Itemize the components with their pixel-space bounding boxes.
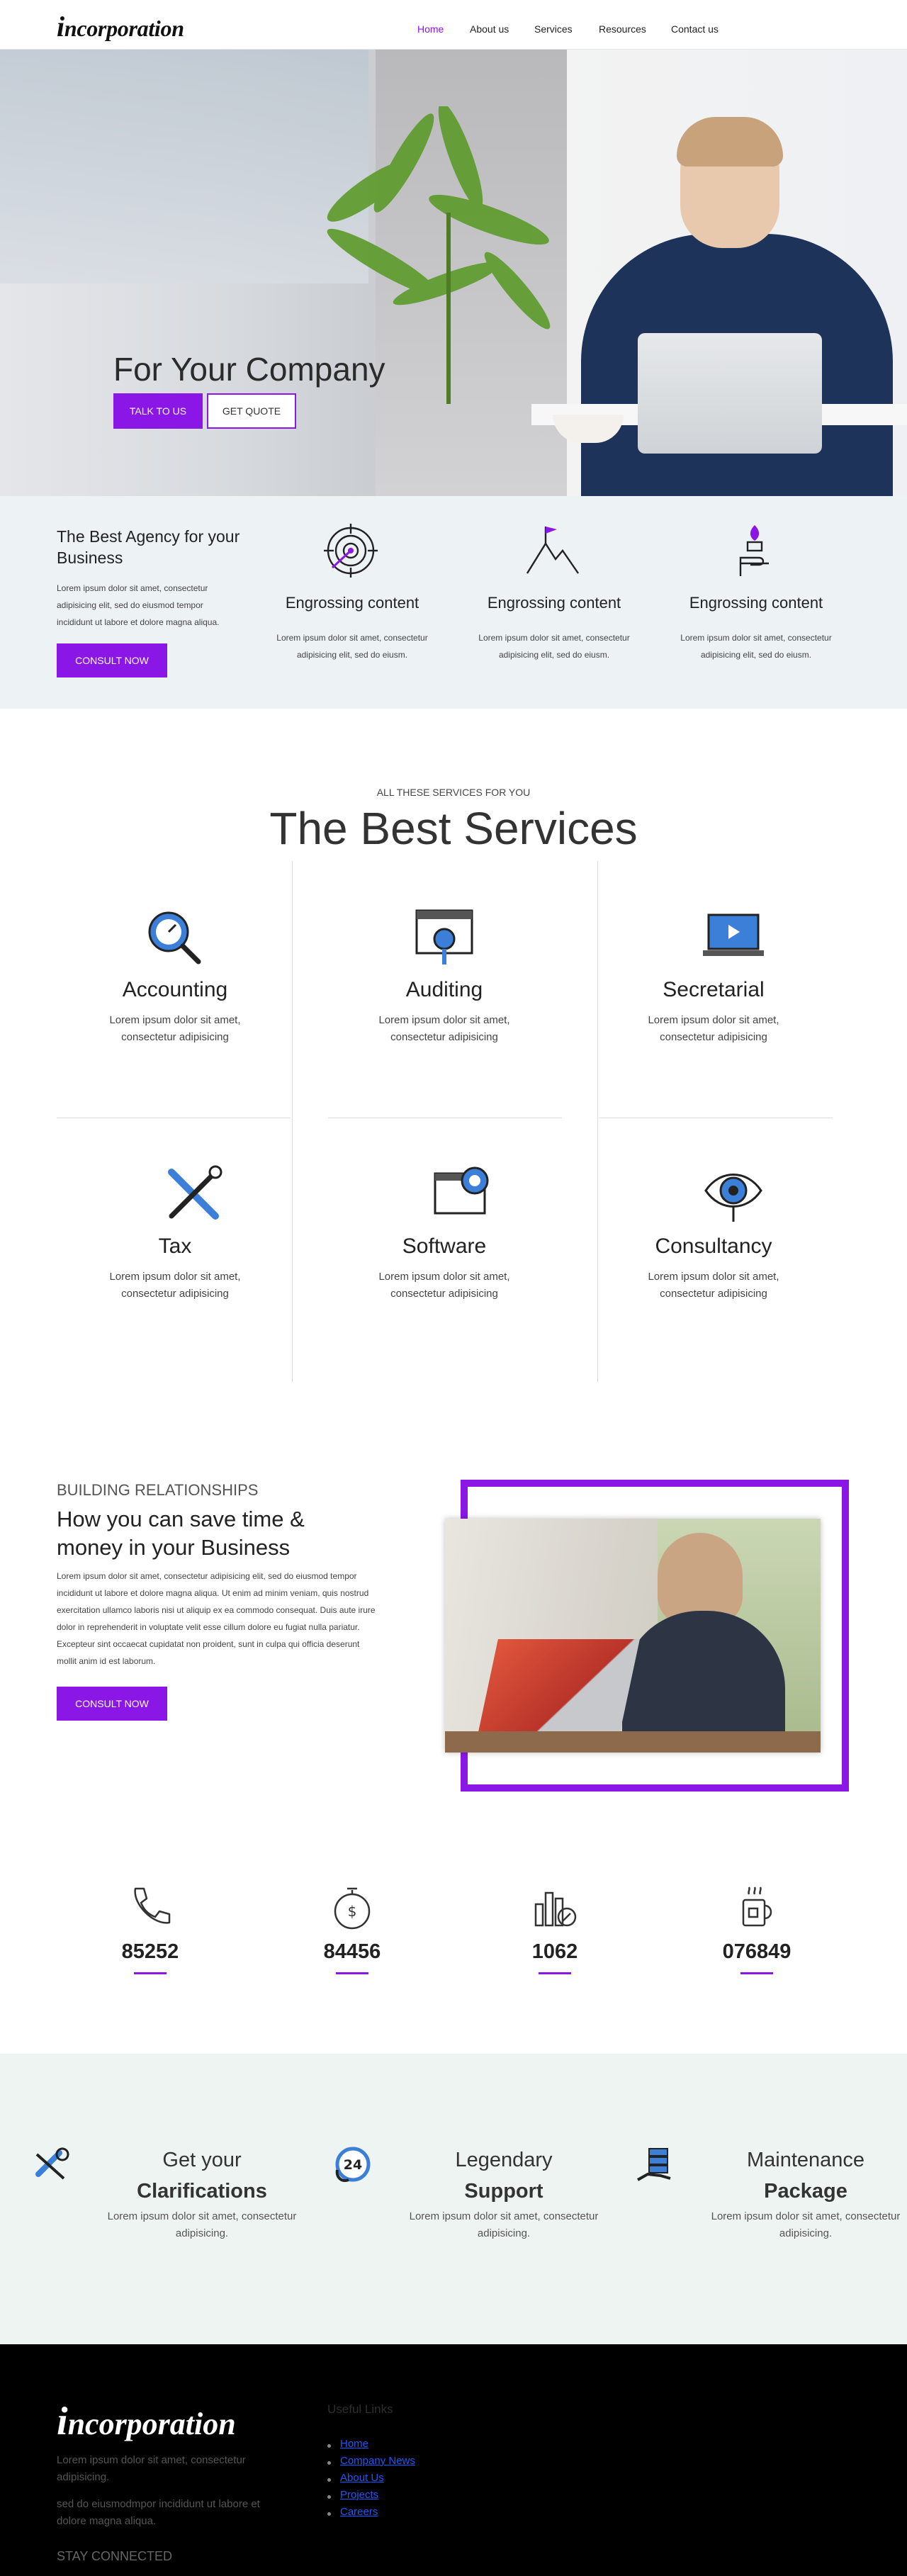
nav-home[interactable]: Home xyxy=(417,23,444,35)
server-hand-icon xyxy=(637,2148,671,2181)
package-title: Get your Clarifications xyxy=(99,2144,305,2207)
footer-link-projects[interactable]: Projects xyxy=(340,2489,378,2501)
package-title-line1: Legendary xyxy=(455,2149,553,2171)
logo-text: ncorporation xyxy=(64,16,184,41)
browser-search-icon xyxy=(415,909,473,964)
list-bullet xyxy=(327,2461,331,2465)
magnifier-gauge-icon xyxy=(148,911,201,964)
nav-about-us[interactable]: About us xyxy=(470,23,509,35)
service-title: Software xyxy=(402,1234,487,1258)
package-text: Lorem ipsum dolor sit amet, consectetur … xyxy=(711,2210,901,2239)
package-title-line1: Maintenance xyxy=(746,2149,865,2171)
nav-services[interactable]: Services xyxy=(534,23,573,35)
stat-value: 84456 xyxy=(323,1940,381,1963)
feature-title: Engrossing content xyxy=(487,594,621,612)
hero-title: For Your Company xyxy=(113,351,385,388)
service-text: Lorem ipsum dolor sit amet, consectetur … xyxy=(378,1271,510,1300)
footer-link-careers[interactable]: Careers xyxy=(340,2506,378,2518)
package-text: Lorem ipsum dolor sit amet, consectetur … xyxy=(409,2210,599,2239)
footer-link-company-news[interactable]: Company News xyxy=(340,2455,415,2467)
consult-now-button[interactable]: CONSULT NOW xyxy=(57,1687,167,1721)
feature-text: Lorem ipsum dolor sit amet, consectetur … xyxy=(680,633,832,660)
footer-link-about-us[interactable]: About Us xyxy=(340,2472,384,2484)
eye-icon xyxy=(704,1174,762,1222)
feature-text: Lorem ipsum dolor sit amet, consectetur … xyxy=(276,633,428,660)
support-24-icon: 24 xyxy=(335,2147,371,2182)
list-bullet xyxy=(327,2444,331,2448)
service-text: Lorem ipsum dolor sit amet, consectetur … xyxy=(109,1271,241,1300)
mountain-flag-icon xyxy=(526,527,579,574)
talk-to-us-button[interactable]: TALK TO US xyxy=(113,393,203,429)
package-title-line2: Support xyxy=(464,2180,543,2203)
footer-logo[interactable]: incorporation xyxy=(57,2399,236,2444)
service-text: Lorem ipsum dolor sit amet, consectetur … xyxy=(648,1271,779,1300)
footer-link-home[interactable]: Home xyxy=(340,2438,368,2450)
list-bullet xyxy=(327,2495,331,2499)
feature-title: Engrossing content xyxy=(285,594,419,612)
agency-text: Lorem ipsum dolor sit amet, consectetur … xyxy=(57,583,220,627)
phone-icon xyxy=(134,1887,171,1924)
relationships-title: How you can save time & money in your Bu… xyxy=(57,1507,305,1560)
get-quote-button[interactable]: GET QUOTE xyxy=(207,393,296,429)
footer-logo-text: ncorporation xyxy=(67,2407,236,2441)
service-title: Secretarial xyxy=(663,978,765,1001)
stat-value: 85252 xyxy=(121,1940,179,1963)
service-title: Auditing xyxy=(405,978,483,1001)
package-title-line2: Package xyxy=(764,2180,847,2203)
laptop-play-icon xyxy=(703,913,764,956)
bar-chart-icon xyxy=(534,1891,577,1927)
services-kicker: ALL THESE SERVICES FOR YOU xyxy=(376,787,531,798)
nav-resources[interactable]: Resources xyxy=(599,23,646,35)
services-heading: The Best Services xyxy=(269,803,638,854)
stat-underline xyxy=(134,1972,167,1974)
site-header: incorporation Home About us Services Res… xyxy=(0,0,907,50)
torch-hand-icon xyxy=(739,525,769,576)
service-text: Lorem ipsum dolor sit amet, consectetur … xyxy=(378,1014,510,1043)
hero-banner xyxy=(0,50,907,496)
list-bullet xyxy=(327,2512,331,2516)
package-title: Maintenance Package xyxy=(703,2144,907,2207)
relationships-text: Lorem ipsum dolor sit amet, consectetur … xyxy=(57,1571,376,1666)
feature-text: Lorem ipsum dolor sit amet, consectetur … xyxy=(478,633,630,660)
feature-title: Engrossing content xyxy=(689,594,823,612)
package-text: Lorem ipsum dolor sit amet, consectetur … xyxy=(107,2210,297,2239)
divider xyxy=(292,861,293,1382)
coffee-mug-icon xyxy=(742,1886,772,1927)
stat-underline xyxy=(740,1972,773,1974)
support-tools-icon xyxy=(35,2147,69,2180)
footer-text: sed do eiusmodmpor incididunt ut labore … xyxy=(57,2498,260,2527)
tools-icon xyxy=(168,1165,222,1220)
footer-text: Lorem ipsum dolor sit amet, consectetur … xyxy=(57,2454,246,2483)
agency-title: The Best Agency for your Business xyxy=(57,527,240,567)
svg-text:$: $ xyxy=(348,1903,357,1920)
package-title-line1: Get your xyxy=(162,2149,242,2171)
useful-links-heading: Useful Links xyxy=(327,2402,393,2416)
service-text: Lorem ipsum dolor sit amet, consectetur … xyxy=(648,1014,779,1043)
nav-contact-us[interactable]: Contact us xyxy=(671,23,719,35)
service-title: Consultancy xyxy=(655,1234,772,1258)
browser-badge-icon xyxy=(434,1166,489,1215)
package-title: Legendary Support xyxy=(401,2144,607,2207)
stat-underline xyxy=(539,1972,571,1974)
service-title: Tax xyxy=(158,1234,192,1258)
svg-text:24: 24 xyxy=(344,2157,362,2173)
hero-photo-laptop xyxy=(638,333,822,454)
stay-connected-heading: STAY CONNECTED xyxy=(57,2549,173,2563)
stat-underline xyxy=(336,1972,368,1974)
package-title-line2: Clarifications xyxy=(137,2180,267,2203)
stat-value: 076849 xyxy=(722,1940,791,1963)
site-logo[interactable]: incorporation xyxy=(57,10,184,43)
consult-now-button[interactable]: CONSULT NOW xyxy=(57,643,167,677)
hero-photo-person xyxy=(677,117,783,167)
divider xyxy=(597,861,598,1382)
relationships-kicker: BUILDING RELATIONSHIPS xyxy=(57,1481,259,1499)
stopwatch-icon: $ xyxy=(334,1887,371,1930)
target-icon xyxy=(324,524,378,578)
service-title: Accounting xyxy=(122,978,228,1001)
list-bullet xyxy=(327,2478,331,2482)
relationships-photo xyxy=(445,1519,821,1753)
service-text: Lorem ipsum dolor sit amet, consectetur … xyxy=(109,1014,241,1043)
stat-value: 1062 xyxy=(531,1940,578,1963)
